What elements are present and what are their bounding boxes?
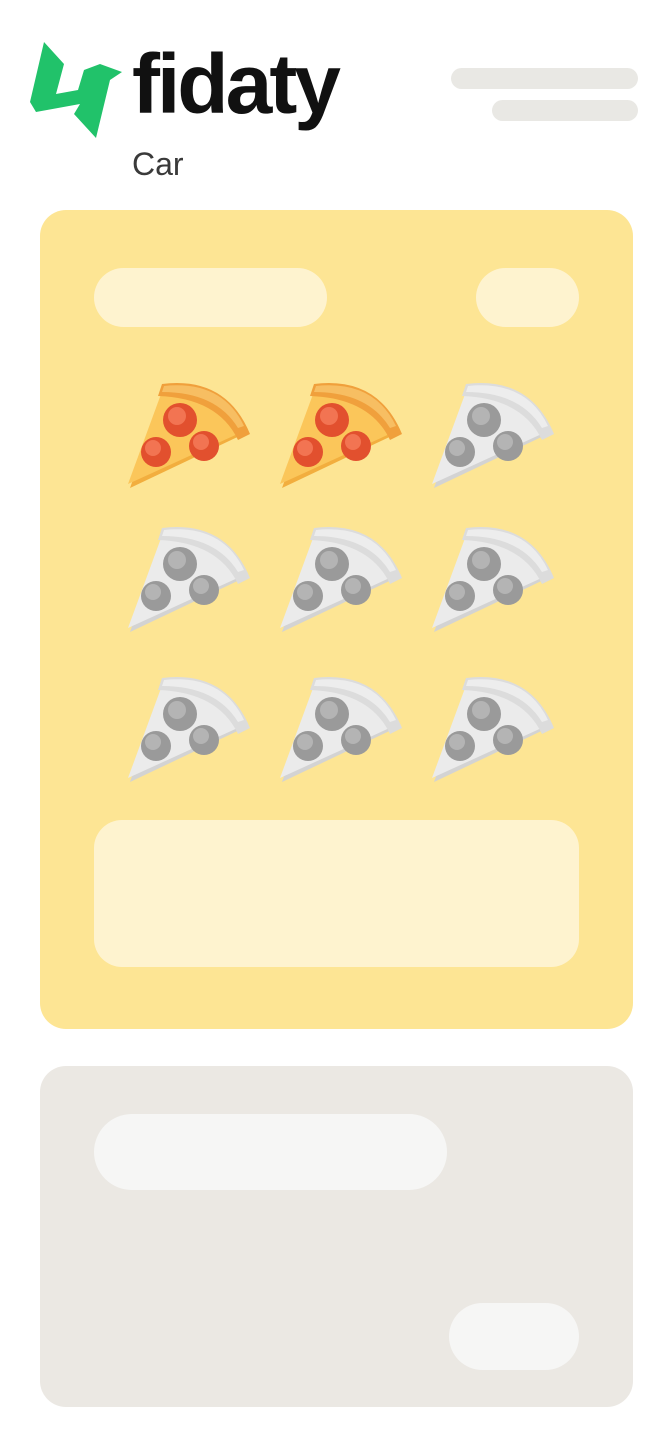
- menu-icon-line-2[interactable]: [492, 100, 638, 121]
- card-description-placeholder: [94, 820, 579, 967]
- app-header: fidaty Car: [0, 0, 672, 200]
- pizza-slice-icon: [432, 383, 554, 488]
- pizza-slice-icon: [280, 677, 402, 782]
- stamp-card[interactable]: [40, 210, 633, 1029]
- brand-wordmark: fidaty: [132, 37, 341, 131]
- pizza-slice-icon: [128, 527, 250, 632]
- secondary-title-placeholder: [94, 1114, 447, 1190]
- pizza-slice-icon: [432, 527, 554, 632]
- secondary-card[interactable]: [40, 1066, 633, 1407]
- pizza-slice-icon: [128, 383, 250, 488]
- brand-subtitle: Car: [132, 146, 184, 182]
- secondary-action-button[interactable]: [449, 1303, 579, 1370]
- pizza-slice-icon: [128, 677, 250, 782]
- pizza-slice-icon: [280, 527, 402, 632]
- pizza-slice-icon: [280, 383, 402, 488]
- menu-icon[interactable]: [451, 68, 638, 89]
- pizza-slice-icon: [432, 677, 554, 782]
- stamp-grid: [40, 210, 633, 810]
- fidaty-logo-icon: [30, 42, 122, 138]
